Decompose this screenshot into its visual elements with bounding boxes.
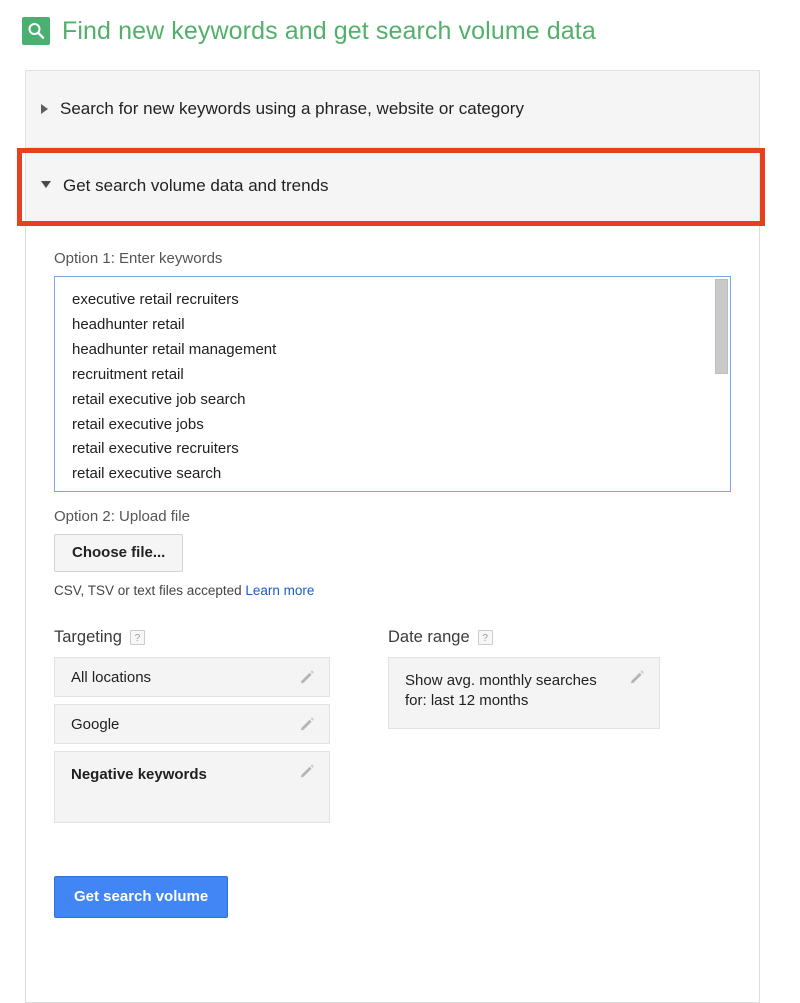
page-title: Find new keywords and get search volume … xyxy=(62,17,596,46)
keywords-scrollbar[interactable] xyxy=(716,278,729,492)
targeting-row-label: All locations xyxy=(71,669,151,686)
date-range-value[interactable]: Show avg. monthly searches for: last 12 … xyxy=(388,657,660,729)
pencil-icon[interactable] xyxy=(299,669,316,691)
page-header: Find new keywords and get search volume … xyxy=(0,0,800,44)
targeting-column: Targeting ? All locations Google xyxy=(54,628,330,830)
keyword-line: executive retail recruiters xyxy=(72,288,730,313)
chevron-right-icon xyxy=(41,104,48,114)
pencil-icon[interactable] xyxy=(299,716,316,738)
submit-row: Get search volume xyxy=(54,876,731,918)
targeting-row-label: Negative keywords xyxy=(71,765,207,785)
file-accept-text: CSV, TSV or text files accepted xyxy=(54,583,242,598)
keyword-line: retail executive recruiters xyxy=(72,437,730,462)
sidebar-item-search-new-keywords[interactable]: Search for new keywords using a phrase, … xyxy=(25,70,760,148)
keywords-textarea[interactable]: executive retail recruiters headhunter r… xyxy=(54,276,731,492)
option2-group: Option 2: Upload file Choose file... CSV… xyxy=(54,508,731,598)
settings-columns: Targeting ? All locations Google xyxy=(54,628,731,830)
date-range-column: Date range ? Show avg. monthly searches … xyxy=(388,628,660,830)
targeting-row-label: Google xyxy=(71,716,119,733)
targeting-row-search-network[interactable]: Google xyxy=(54,704,330,744)
targeting-row-locations[interactable]: All locations xyxy=(54,657,330,697)
learn-more-link[interactable]: Learn more xyxy=(245,583,314,598)
option2-label: Option 2: Upload file xyxy=(54,508,731,525)
file-accept-note: CSV, TSV or text files accepted Learn mo… xyxy=(54,583,731,598)
targeting-row-negative-keywords[interactable]: Negative keywords xyxy=(54,751,330,823)
targeting-title-row: Targeting ? xyxy=(54,628,330,647)
date-range-line-2: for: last 12 months xyxy=(405,692,528,709)
date-range-line-1: Show avg. monthly searches xyxy=(405,672,597,689)
targeting-title: Targeting xyxy=(54,628,122,647)
date-range-value-text: Show avg. monthly searches for: last 12 … xyxy=(405,671,597,711)
chevron-down-icon xyxy=(41,181,51,188)
section-label-get-search-volume: Get search volume data and trends xyxy=(63,176,329,196)
keyword-line: recruitment retail xyxy=(72,363,730,388)
keyword-line: retail executive search xyxy=(72,462,730,487)
get-search-volume-button[interactable]: Get search volume xyxy=(54,876,228,918)
help-icon[interactable]: ? xyxy=(478,630,493,645)
pencil-icon[interactable] xyxy=(299,763,316,785)
choose-file-button[interactable]: Choose file... xyxy=(54,534,183,572)
section-label-search-new-keywords: Search for new keywords using a phrase, … xyxy=(60,99,524,119)
date-range-title-row: Date range ? xyxy=(388,628,660,647)
keyword-line: retail executive job search xyxy=(72,388,730,413)
keyword-line: headhunter retail xyxy=(72,313,730,338)
date-range-title: Date range xyxy=(388,628,470,647)
sidebar-item-get-search-volume[interactable]: Get search volume data and trends xyxy=(25,148,760,224)
pencil-icon[interactable] xyxy=(629,669,646,691)
keyword-line: headhunter retail management xyxy=(72,338,730,363)
search-icon xyxy=(22,17,50,45)
option1-label: Option 1: Enter keywords xyxy=(54,250,731,267)
keyword-line: retail executive jobs xyxy=(72,413,730,438)
keyword-planner-module: Search for new keywords using a phrase, … xyxy=(25,70,760,1003)
help-icon[interactable]: ? xyxy=(130,630,145,645)
scrollbar-thumb[interactable] xyxy=(715,279,728,374)
get-search-volume-panel: Option 1: Enter keywords executive retai… xyxy=(25,224,760,1003)
